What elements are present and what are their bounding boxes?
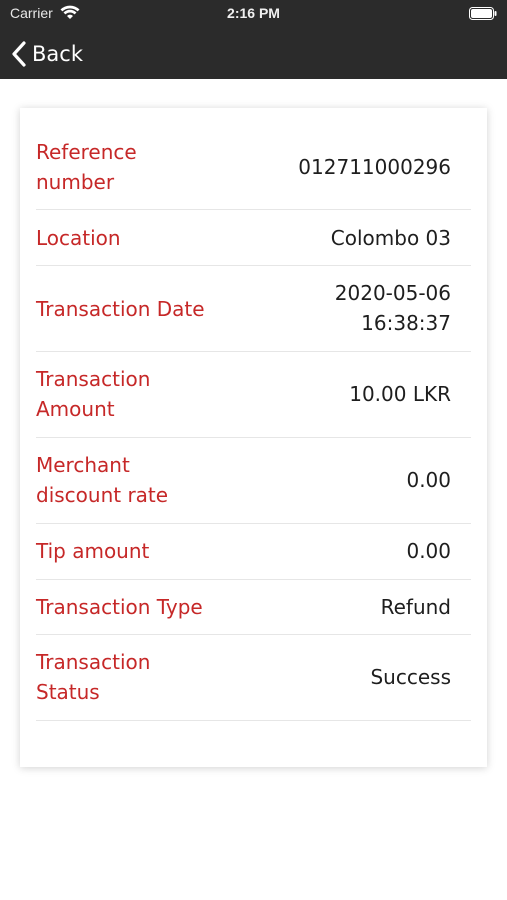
location-row: Location Colombo 03 xyxy=(36,210,471,266)
transaction-status-value: Success xyxy=(370,665,451,689)
tip-amount-label: Tip amount xyxy=(36,539,150,563)
reference-number-label: Reference number xyxy=(36,140,137,194)
navigation-bar: Back xyxy=(0,30,507,79)
transaction-details-card: Reference number 012711000296 Location C… xyxy=(20,108,487,767)
merchant-discount-rate-row: Merchant discount rate 0.00 xyxy=(36,438,471,524)
reference-number-value: 012711000296 xyxy=(298,155,451,179)
battery-icon xyxy=(469,7,497,20)
transaction-date-value: 2020-05-06 16:38:37 xyxy=(334,281,451,335)
chevron-left-icon xyxy=(12,41,26,67)
transaction-status-row: Transaction Status Success xyxy=(36,635,471,721)
location-value: Colombo 03 xyxy=(330,226,451,250)
transaction-type-row: Transaction Type Refund xyxy=(36,580,471,635)
back-label: Back xyxy=(32,42,83,66)
transaction-status-label: Transaction Status xyxy=(36,650,151,704)
transaction-type-label: Transaction Type xyxy=(36,595,203,619)
tip-amount-value: 0.00 xyxy=(406,539,451,563)
transaction-amount-row: Transaction Amount 10.00 LKR xyxy=(36,352,471,438)
transaction-amount-label: Transaction Amount xyxy=(36,367,151,421)
transaction-amount-value: 10.00 LKR xyxy=(349,382,451,406)
location-label: Location xyxy=(36,226,121,250)
status-time: 2:16 PM xyxy=(227,5,280,21)
back-button[interactable]: Back xyxy=(10,38,83,70)
transaction-type-value: Refund xyxy=(380,595,451,619)
tip-amount-row: Tip amount 0.00 xyxy=(36,524,471,580)
status-bar: Carrier 2:16 PM xyxy=(0,0,507,30)
reference-number-row: Reference number 012711000296 xyxy=(36,108,471,210)
merchant-discount-rate-label: Merchant discount rate xyxy=(36,453,169,507)
transaction-date-label: Transaction Date xyxy=(36,297,205,321)
transaction-date-row: Transaction Date 2020-05-06 16:38:37 xyxy=(36,266,471,352)
merchant-discount-rate-value: 0.00 xyxy=(406,468,451,492)
